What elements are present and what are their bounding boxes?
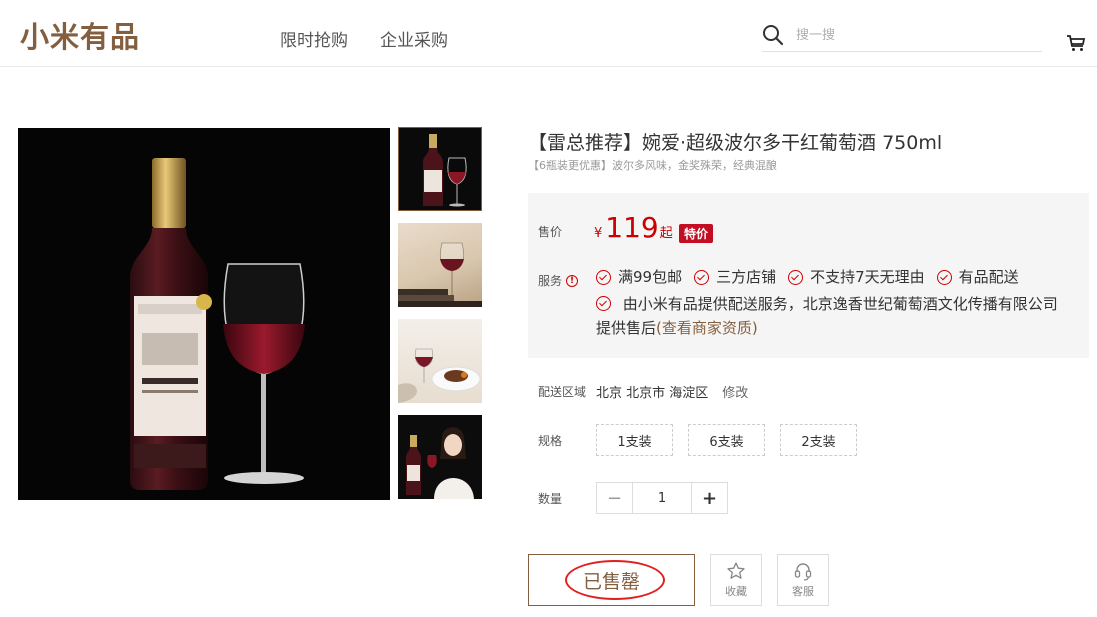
- nav-flash-sale[interactable]: 限时抢购: [280, 26, 348, 51]
- headset-icon: [794, 563, 812, 581]
- product-title: 【雷总推荐】婉爱·超级波尔多干红葡萄酒 750ml: [528, 132, 943, 154]
- check-circle-icon: [788, 269, 804, 285]
- spec-label: 规格: [538, 434, 563, 448]
- quantity-plus-button[interactable]: +: [692, 483, 727, 513]
- thumbnail-1[interactable]: [398, 127, 482, 211]
- check-circle-icon: [596, 269, 611, 285]
- sold-out-button[interactable]: 已售罄: [528, 554, 695, 606]
- service-item: 满99包邮: [596, 265, 682, 289]
- logo[interactable]: 小米有品: [20, 14, 140, 56]
- cart-icon[interactable]: [1066, 34, 1086, 52]
- price-label: 售价: [538, 225, 563, 239]
- price-number: 119: [605, 211, 659, 244]
- thumbnail-2[interactable]: [398, 223, 482, 307]
- price-suffix: 起: [659, 226, 673, 241]
- quantity-minus-button[interactable]: −: [597, 483, 632, 513]
- favorite-label: 收藏: [725, 585, 747, 598]
- red-circle-annotation: [565, 560, 665, 600]
- star-icon: [727, 562, 745, 579]
- delivery-location: 北京 北京市 海淀区: [596, 386, 709, 401]
- subtitle-text: 波尔多风味，金奖殊荣，经典混酿: [612, 159, 777, 172]
- currency-symbol: ¥: [594, 226, 603, 241]
- quantity-label: 数量: [538, 492, 563, 506]
- delivery-label: 配送区域: [538, 385, 587, 399]
- spec-option-2[interactable]: 2支装: [780, 424, 857, 456]
- check-circle-icon: [936, 269, 952, 285]
- service-item: 不支持7天无理由: [788, 265, 925, 289]
- merchant-qualification-link[interactable]: (查看商家资质): [656, 319, 758, 337]
- thumbnail-3[interactable]: [398, 319, 482, 403]
- product-subtitle: 【6瓶装更优惠】波尔多风味，金奖殊荣，经典混酿: [528, 157, 777, 173]
- price-value: ¥ 119 起: [594, 211, 673, 244]
- thumb-steak-wine-image: [398, 348, 481, 403]
- check-circle-icon: [596, 295, 611, 311]
- search-bar: [762, 22, 1042, 52]
- customer-service-label: 客服: [792, 585, 814, 598]
- service-label-row: 服务 !: [538, 272, 579, 289]
- service-item: 有品配送: [936, 265, 1019, 289]
- search-icon[interactable]: [762, 24, 784, 46]
- search-input[interactable]: [796, 24, 1026, 46]
- wine-bottle-glass-image: [130, 158, 305, 490]
- promo-text: 【6瓶装更优惠】: [528, 159, 612, 172]
- customer-service-button[interactable]: 客服: [777, 554, 829, 606]
- special-price-badge: 特价: [679, 224, 714, 243]
- favorite-button[interactable]: 收藏: [710, 554, 762, 606]
- quantity-stepper: − 1 +: [596, 482, 728, 514]
- spec-option-1[interactable]: 1支装: [596, 424, 673, 456]
- main-nav: 限时抢购 企业采购: [280, 26, 448, 51]
- service-item-long: 由小米有品提供配送服务，北京逸香世纪葡萄酒文化传播有限公司提供售后(查看商家资质…: [596, 294, 1058, 337]
- delivery-region: 北京 北京市 海淀区 修改: [596, 382, 748, 401]
- thumbnail-4[interactable]: [398, 415, 482, 499]
- thumb-bottle-image: [423, 134, 467, 207]
- main-product-image[interactable]: [18, 128, 390, 500]
- delivery-edit-link[interactable]: 修改: [722, 386, 748, 401]
- price-panel: 售价 ¥ 119 起 特价 服务 ! 满99包邮 三方店铺 不支持7天无理由 有品配送…: [528, 193, 1089, 358]
- quantity-input[interactable]: 1: [632, 483, 692, 513]
- thumb-woman-wine-image: [406, 427, 474, 499]
- nav-enterprise-purchase[interactable]: 企业采购: [380, 26, 448, 51]
- service-list: 满99包邮 三方店铺 不支持7天无理由 有品配送 由小米有品提供配送服务，北京逸香世纪…: [596, 265, 1066, 340]
- warning-icon[interactable]: !: [566, 274, 579, 287]
- spec-option-6[interactable]: 6支装: [688, 424, 765, 456]
- check-circle-icon: [694, 269, 710, 285]
- top-header: 小米有品 限时抢购 企业采购: [0, 0, 1097, 67]
- service-item: 三方店铺: [694, 265, 776, 289]
- service-label: 服务: [538, 274, 563, 288]
- thumb-glass-books-image: [398, 242, 482, 307]
